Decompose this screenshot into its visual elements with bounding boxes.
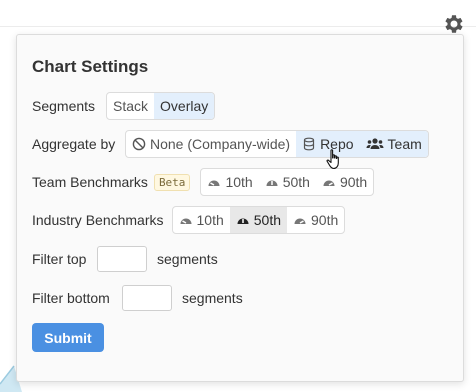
filter-bottom-input[interactable] (122, 285, 172, 311)
team-benchmark-10th-button[interactable]: 10th (201, 169, 258, 195)
gear-icon[interactable] (442, 12, 466, 36)
industry-benchmarks-label: Industry Benchmarks (32, 212, 164, 228)
industry-benchmark-90th-label: 90th (311, 212, 339, 228)
team-benchmark-10th-label: 10th (225, 174, 253, 190)
popover-title: Chart Settings (32, 57, 149, 76)
industry-benchmark-50th-label: 50th (253, 212, 281, 228)
team-benchmark-50th-label: 50th (282, 174, 310, 190)
team-benchmark-90th-button[interactable]: 90th (316, 169, 373, 195)
filter-bottom-label: Filter bottom (32, 290, 110, 306)
aggregate-team-button[interactable]: Team (359, 131, 428, 157)
gauge-low-icon (180, 218, 191, 224)
filter-top-row: Filter top segments (32, 245, 218, 273)
gauge-mid-icon (237, 218, 249, 224)
gauge-low-icon (208, 180, 220, 186)
industry-benchmark-10th-button[interactable]: 10th (173, 207, 230, 233)
filter-top-input[interactable] (97, 246, 147, 272)
team-benchmarks-toggle: 10th 50th 90th (200, 168, 375, 196)
users-icon (366, 138, 384, 149)
industry-benchmark-10th-label: 10th (196, 212, 224, 228)
gauge-high-icon (294, 218, 306, 224)
aggregate-toggle: None (Company-wide) Repo Team (125, 130, 429, 158)
segments-stack-button[interactable]: Stack (107, 93, 154, 119)
industry-benchmarks-row: Industry Benchmarks 10th 50th 90th (32, 206, 346, 234)
aggregate-none-button[interactable]: None (Company-wide) (126, 131, 296, 157)
filter-bottom-suffix: segments (182, 290, 243, 306)
industry-benchmark-50th-button[interactable]: 50th (229, 207, 287, 233)
database-icon (303, 137, 315, 151)
aggregate-none-label: None (Company-wide) (150, 136, 291, 152)
industry-benchmark-90th-button[interactable]: 90th (287, 207, 344, 233)
filter-top-label: Filter top (32, 251, 87, 267)
ban-icon (132, 137, 146, 151)
team-benchmarks-row: Team Benchmarks Beta 10th 50th 90th (32, 168, 375, 196)
team-benchmarks-label: Team Benchmarks (32, 174, 148, 190)
team-benchmark-90th-label: 90th (339, 174, 368, 190)
gauge-high-icon (323, 180, 335, 186)
team-benchmark-50th-button[interactable]: 50th (259, 169, 316, 195)
industry-benchmarks-toggle: 10th 50th 90th (171, 206, 346, 234)
segments-row: Segments Stack Overlay (32, 92, 216, 120)
segments-toggle: Stack Overlay (106, 92, 216, 120)
segments-overlay-button[interactable]: Overlay (154, 93, 215, 119)
segments-label: Segments (32, 98, 96, 114)
background-divider (0, 26, 476, 27)
filter-top-suffix: segments (157, 251, 218, 267)
aggregate-row: Aggregate by None (Company-wide) Repo Te… (32, 130, 429, 158)
submit-button[interactable]: Submit (32, 323, 104, 352)
hand-pointer-cursor-icon (326, 149, 339, 170)
chart-settings-popover: Chart Settings Segments Stack Overlay Ag… (16, 34, 464, 382)
gauge-mid-icon (266, 180, 278, 186)
aggregate-label: Aggregate by (32, 136, 116, 152)
aggregate-team-label: Team (387, 136, 422, 152)
filter-bottom-row: Filter bottom segments (32, 284, 243, 312)
beta-badge: Beta (153, 173, 191, 191)
